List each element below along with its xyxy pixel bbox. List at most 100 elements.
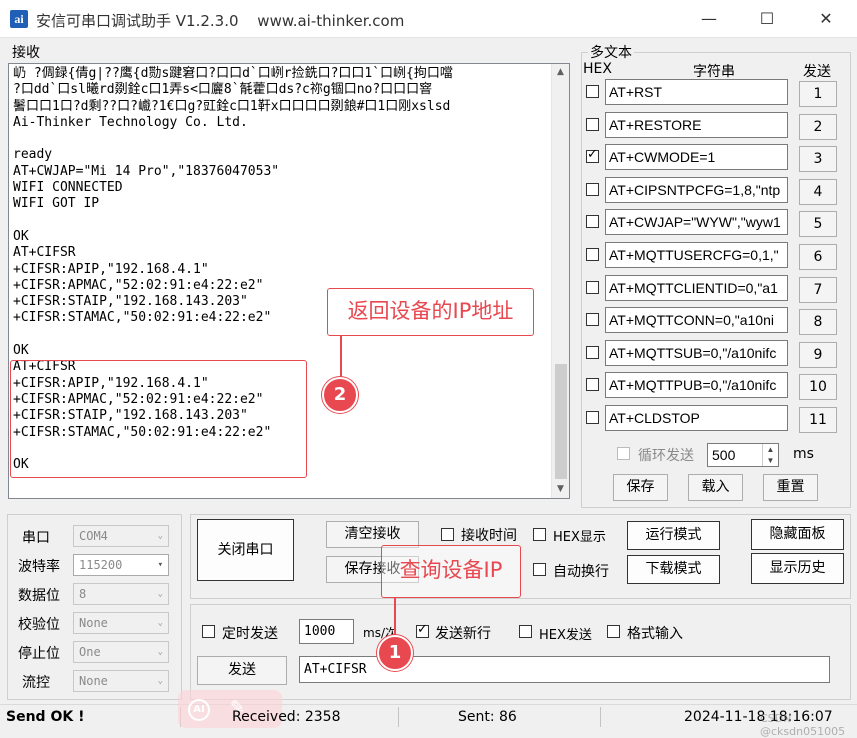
multi-text-hex-checkbox[interactable] [586,345,599,359]
close-button[interactable]: ✕ [814,8,838,30]
multi-text-send-button[interactable]: 11 [799,407,837,433]
status-separator [600,707,601,727]
multi-text-string-field[interactable]: AT+RESTORE [605,111,788,138]
format-input-checkbox[interactable] [607,625,620,638]
hex-send-checkbox[interactable] [519,625,532,638]
hex-display-checkbox[interactable] [533,528,546,541]
loop-unit-label: ms [793,446,814,462]
flow-control-label: 流控 [22,675,50,691]
query-ip-annotation: 查询设备IP [381,545,521,598]
receive-line: OK [13,228,29,244]
stop-bits-value: One [79,645,101,659]
parity-label: 校验位 [18,617,60,633]
watermark: CSDN @cksdn051005 [760,712,846,738]
chevron-down-icon: ⌄ [157,589,163,599]
ai-assistant-icon[interactable]: AI [188,699,210,721]
multi-text-hex-checkbox[interactable] [586,117,599,131]
port-select[interactable]: COM4 ⌄ [73,525,169,547]
parity-select[interactable]: None ⌄ [73,612,169,634]
multi-text-hex-checkbox[interactable] [586,280,599,294]
flow-control-select[interactable]: None ⌄ [73,670,169,692]
receive-time-checkbox[interactable] [441,528,454,541]
multi-text-string-field[interactable]: AT+MQTTPUB=0,"/a10nifc [605,372,788,399]
response-highlight-box [10,360,307,478]
loop-interval-input[interactable]: 500 ▲ ▼ [707,443,779,467]
show-history-button[interactable]: 显示历史 [751,553,844,584]
baud-label: 波特率 [18,559,60,575]
auto-wrap-checkbox[interactable] [533,563,546,576]
data-bits-select[interactable]: 8 ⌄ [73,583,169,605]
minimize-button[interactable]: — [697,8,721,30]
multi-text-send-button[interactable]: 10 [799,374,837,401]
multi-text-string-field[interactable]: AT+CWMODE=1 [605,144,788,171]
hex-column-header: HEX [583,61,612,77]
send-button[interactable]: 发送 [197,656,287,685]
scroll-down-icon[interactable]: ▼ [552,481,569,498]
multi-text-send-button[interactable]: 8 [799,309,837,336]
auto-wrap-label: 自动换行 [553,564,609,580]
multi-text-string-field[interactable]: AT+CLDSTOP [605,405,788,431]
multi-text-string-field[interactable]: AT+CWJAP="WYW","wyw1 [605,209,788,236]
multi-text-string-field[interactable]: AT+MQTTCLIENTID=0,"a1 [605,274,788,301]
multi-text-hex-checkbox[interactable] [586,85,599,98]
multi-text-string-field[interactable]: AT+RST [605,79,788,105]
baud-select[interactable]: 115200 ▾ [73,554,169,576]
spin-arrows-icon[interactable]: ▲ ▼ [762,444,778,466]
hide-panel-button[interactable]: 隐藏面板 [751,519,844,550]
load-multi-text-button[interactable]: 载入 [688,474,743,501]
window-title: 安信可串口调试助手 V1.2.3.0 www.ai-thinker.com [36,10,404,31]
loop-send-checkbox[interactable] [617,447,630,460]
run-mode-button[interactable]: 运行模式 [627,521,720,550]
receive-scrollbar[interactable]: ▲ ▼ [551,64,569,498]
stop-bits-label: 停止位 [18,646,60,662]
multi-text-hex-checkbox[interactable] [586,215,599,229]
hex-send-label: HEX发送 [539,628,592,643]
scroll-up-icon[interactable]: ▲ [552,64,569,81]
data-bits-label: 数据位 [18,588,60,604]
loop-send-label: 循环发送 [638,448,694,464]
send-column-header: 发送 [803,64,831,80]
timed-send-checkbox[interactable] [202,625,215,638]
download-mode-button[interactable]: 下载模式 [627,555,720,584]
multi-text-send-button[interactable]: 2 [799,113,837,140]
multi-text-send-button[interactable]: 9 [799,341,837,368]
timed-send-label: 定时发送 [222,626,278,642]
maximize-button[interactable]: ☐ [755,8,779,30]
multi-text-send-button[interactable]: 4 [799,178,837,205]
multi-text-send-button[interactable]: 7 [799,276,837,303]
multi-text-group-label: 多文本 [588,42,634,62]
multi-text-hex-checkbox[interactable] [586,182,599,196]
multi-text-send-button[interactable]: 6 [799,244,837,270]
chevron-down-icon: ⌄ [157,618,163,628]
close-port-button[interactable]: 关闭串口 [197,519,294,581]
stop-bits-select[interactable]: One ⌄ [73,641,169,663]
multi-text-send-button[interactable]: 1 [799,81,837,107]
multi-text-hex-checkbox[interactable] [586,248,599,261]
multi-text-hex-checkbox[interactable] [586,313,599,327]
multi-text-send-button[interactable]: 3 [799,146,837,173]
multi-text-string-field[interactable]: AT+MQTTSUB=0,"/a10nifc [605,339,788,366]
clear-receive-button[interactable]: 清空接收 [326,521,419,548]
timed-interval-input[interactable]: 1000 [299,619,354,644]
multi-text-string-field[interactable]: AT+MQTTUSERCFG=0,1," [605,242,788,268]
multi-text-hex-checkbox[interactable] [586,411,599,424]
reset-multi-text-button[interactable]: 重置 [763,474,818,501]
step-1-badge: 1 [377,635,413,671]
scrollbar-thumb[interactable] [555,364,567,479]
multi-text-hex-checkbox[interactable] [586,147,599,164]
status-message: Send OK ! [6,709,85,725]
format-input-label: 格式输入 [627,626,683,642]
chevron-down-icon: ⌄ [157,647,163,657]
sent-count: Sent: 86 [458,709,517,725]
annotation-connector [340,336,342,380]
port-value: COM4 [79,529,108,543]
receive-line: Ai-Thinker Technology Co. Ltd. [13,114,248,130]
send-newline-checkbox[interactable] [416,622,429,638]
multi-text-hex-checkbox[interactable] [586,378,599,392]
multi-text-string-field[interactable]: AT+CIPSNTPCFG=1,8,"ntp [605,176,788,203]
save-multi-text-button[interactable]: 保存 [613,474,668,501]
receive-line [13,131,549,147]
multi-text-string-field[interactable]: AT+MQTTCONN=0,"a10ni [605,307,788,334]
multi-text-send-button[interactable]: 5 [799,211,837,238]
receive-line: +CIFSR:APIP,"192.168.4.1" [13,261,209,277]
